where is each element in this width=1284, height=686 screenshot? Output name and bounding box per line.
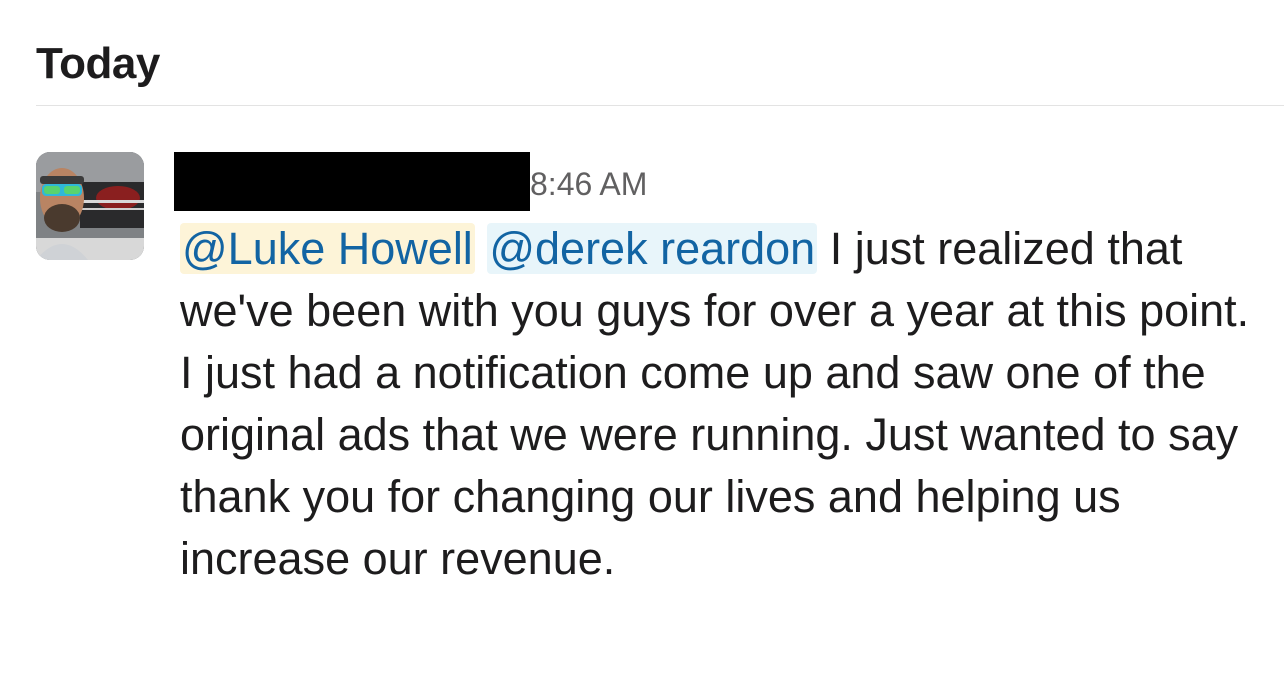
message-text: I just realized that we've been with you… — [180, 223, 1250, 584]
redacted-sender-name — [174, 152, 530, 211]
user-photo-icon — [36, 152, 144, 260]
message-header: 8:46 AM — [174, 152, 1174, 212]
day-divider-line — [36, 105, 1284, 106]
mention-luke-howell[interactable]: @Luke Howell — [180, 223, 475, 274]
message-timestamp[interactable]: 8:46 AM — [530, 162, 647, 206]
day-divider-label[interactable]: Today — [36, 36, 160, 92]
message-body: @Luke Howell @derek reardon I just reali… — [180, 218, 1270, 590]
message-pane: Today 8:46 AM @Luke Howell @derek reardo… — [0, 0, 1284, 686]
mention-derek-reardon[interactable]: @derek reardon — [487, 223, 818, 274]
avatar[interactable] — [36, 152, 144, 260]
